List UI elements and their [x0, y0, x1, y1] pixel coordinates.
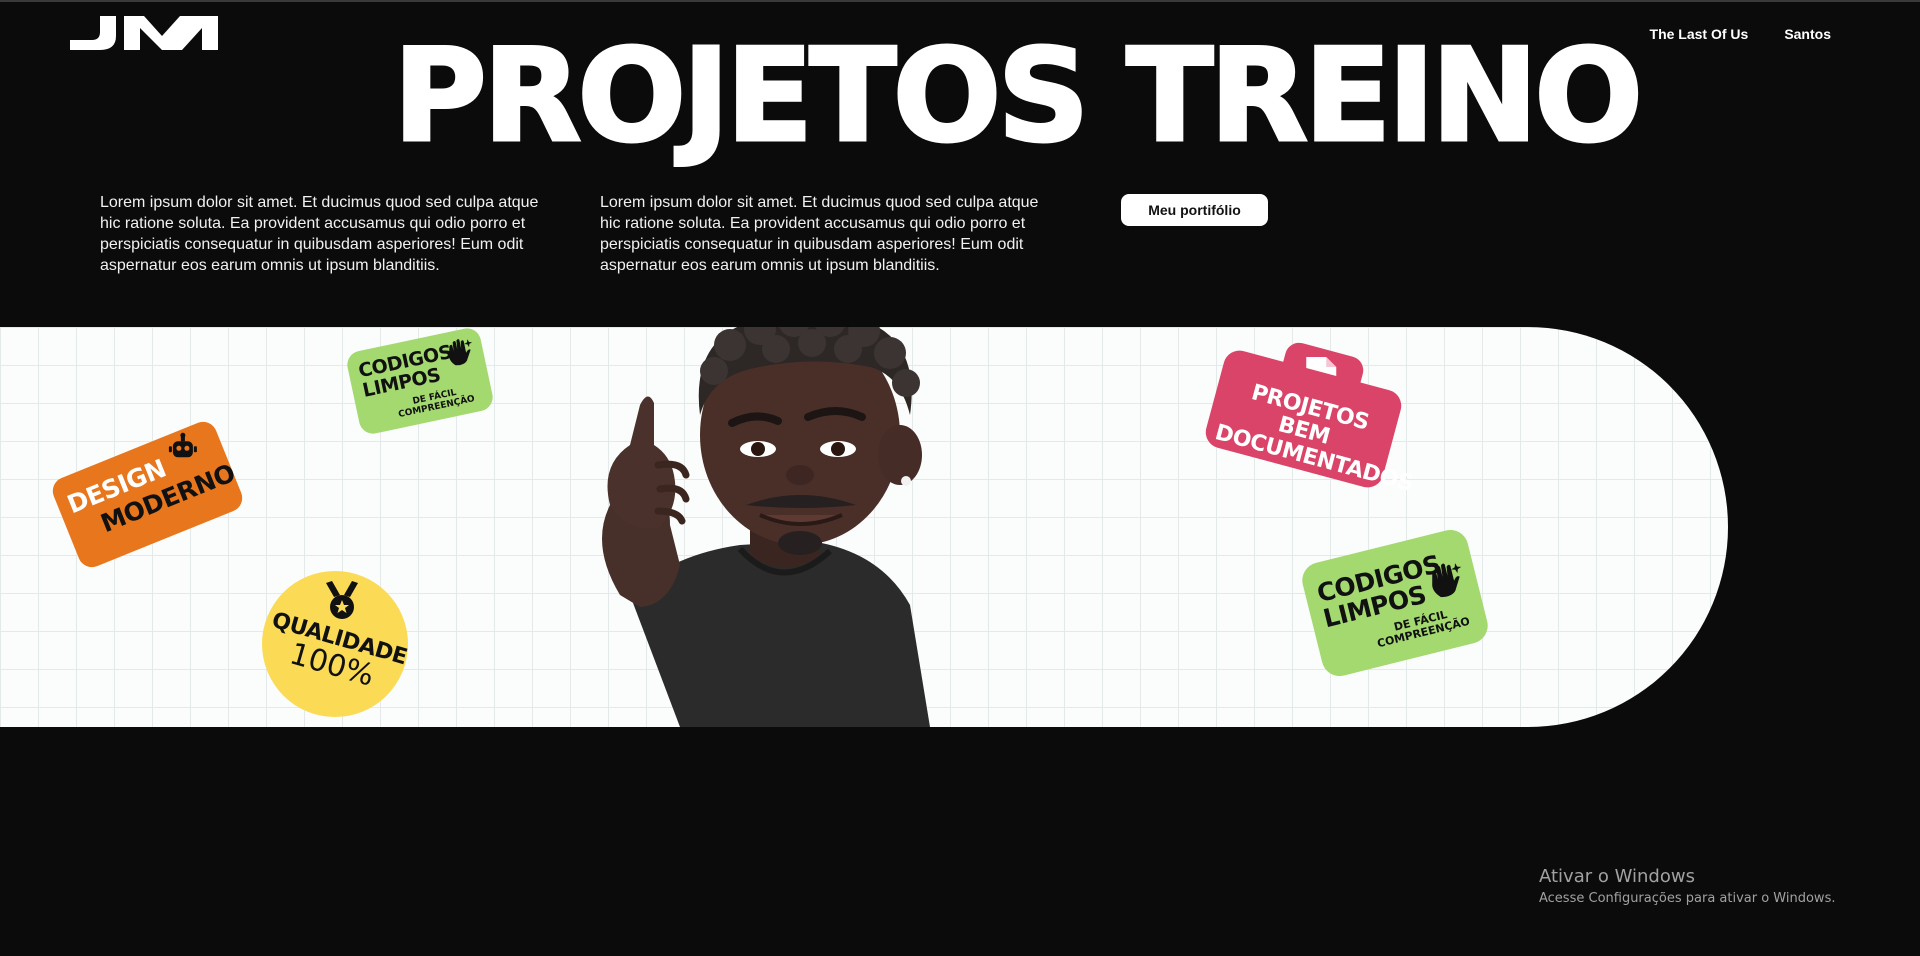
hero-title: PROJETOS TREINO [392, 22, 1645, 171]
hero-banner: CODIGOS LIMPOS DE FÁCIL COMPREENÇÃO DESI… [0, 327, 1728, 727]
sticker-clean-code-small: CODIGOS LIMPOS DE FÁCIL COMPREENÇÃO [344, 327, 496, 437]
medal-icon [326, 581, 358, 619]
sticker-projetos-documentados: PROJETOS BEM DOCUMENTADOS [1202, 347, 1415, 497]
watermark-subtitle: Acesse Configurações para ativar o Windo… [1539, 891, 1836, 906]
page: The Last Of Us Santos PROJETOS TREINO Lo… [0, 0, 1920, 956]
memoji-avatar-image [602, 327, 930, 727]
intro-paragraph-1: Lorem ipsum dolor sit amet. Et ducimus q… [100, 194, 539, 274]
portfolio-button[interactable]: Meu portifólio [1121, 194, 1268, 226]
sticker-qualidade: QUALIDADE 100% [262, 571, 410, 717]
windows-activation-watermark: Ativar o Windows Acesse Configurações pa… [1539, 866, 1835, 908]
sticker-clean-code-big: CODIGOS LIMPOS DE FÁCIL COMPREENÇÃO [1298, 526, 1492, 680]
intro-paragraph-2: Lorem ipsum dolor sit amet. Et ducimus q… [600, 194, 1039, 274]
sticker-design-moderno: DESIGN MODERNO [48, 417, 247, 572]
watermark-title: Ativar o Windows [1539, 866, 1695, 887]
